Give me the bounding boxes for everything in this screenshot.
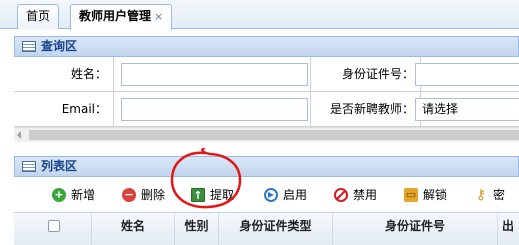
scroll-left-icon[interactable] xyxy=(17,131,21,139)
plus-circle-icon: + xyxy=(52,188,66,202)
delete-button-label: 删除 xyxy=(141,188,166,202)
select-all-column xyxy=(14,213,92,245)
tab-home[interactable]: 首页 xyxy=(17,4,60,29)
column-id-type[interactable]: 身份证件类型 xyxy=(219,213,333,245)
query-row: Email： 是否新聘教师： 请选择 xyxy=(14,92,519,127)
ban-icon xyxy=(334,188,348,202)
password-button-label: 密 xyxy=(493,188,506,202)
query-row: 姓名： 身份证件号： xyxy=(14,57,519,92)
query-form: 姓名： 身份证件号： Email： 是否新聘教师： 请选择 xyxy=(14,57,519,127)
column-truncated[interactable]: 出 xyxy=(498,213,519,245)
tab-home-label: 首页 xyxy=(26,9,51,23)
query-panel-title: 查询区 xyxy=(41,39,78,53)
key-icon: ⚷ xyxy=(475,187,487,203)
table-icon xyxy=(22,161,36,172)
name-input[interactable] xyxy=(121,63,308,86)
unlock-button-label: 解锁 xyxy=(423,188,448,202)
name-label: 姓名： xyxy=(14,57,114,91)
column-id-number[interactable]: 身份证件号 xyxy=(333,213,498,245)
password-button[interactable]: ⚷ 密 xyxy=(474,186,505,204)
tab-teacher-label: 教师用户管理 xyxy=(79,9,152,23)
delete-button[interactable]: − 删除 xyxy=(122,186,165,204)
grid-header: 姓名 性别 身份证件类型 身份证件号 出 xyxy=(14,212,519,245)
idcard-input[interactable] xyxy=(415,63,519,86)
newhire-label: 是否新聘教师： xyxy=(310,92,421,126)
tab-bar: 首页 教师用户管理 × xyxy=(0,0,519,30)
email-label: Email： xyxy=(14,92,114,126)
newhire-select[interactable]: 请选择 xyxy=(415,98,519,121)
list-panel-header: 列表区 xyxy=(14,156,519,177)
select-all-checkbox[interactable] xyxy=(48,220,60,232)
column-sex[interactable]: 性别 xyxy=(175,213,219,245)
list-panel-title: 列表区 xyxy=(41,159,78,173)
unlock-button[interactable]: ▭ 解锁 xyxy=(404,186,447,204)
scrollbar-thumb[interactable] xyxy=(29,130,519,140)
list-toolbar: + 新增 − 删除 ↑ 提取 ▶ 启用 禁用 ▭ 解锁 ⚷ 密 xyxy=(14,177,519,212)
table-icon xyxy=(22,41,36,52)
horizontal-scrollbar[interactable] xyxy=(14,127,519,142)
annotation-circle xyxy=(170,148,242,209)
enable-button-label: 启用 xyxy=(283,188,308,202)
close-icon[interactable]: × xyxy=(154,10,163,23)
column-name[interactable]: 姓名 xyxy=(92,213,175,245)
email-input[interactable] xyxy=(121,98,308,121)
disable-button[interactable]: 禁用 xyxy=(334,186,377,204)
disable-button-label: 禁用 xyxy=(353,188,378,202)
add-button-label: 新增 xyxy=(71,188,96,202)
idcard-label: 身份证件号： xyxy=(310,57,421,91)
enable-button[interactable]: ▶ 启用 xyxy=(264,186,307,204)
play-circle-icon: ▶ xyxy=(264,188,278,202)
add-button[interactable]: + 新增 xyxy=(52,186,95,204)
query-panel-header: 查询区 xyxy=(14,36,519,57)
minus-circle-icon: − xyxy=(122,188,136,202)
lock-icon: ▭ xyxy=(404,188,418,202)
tab-teacher-user-management[interactable]: 教师用户管理 × xyxy=(70,4,173,30)
